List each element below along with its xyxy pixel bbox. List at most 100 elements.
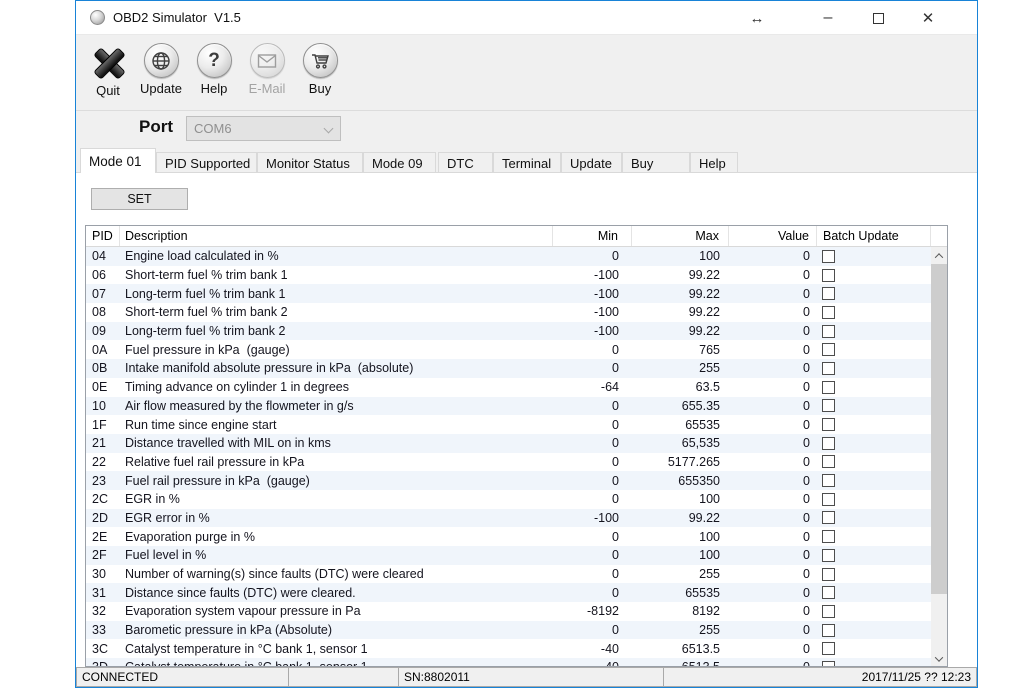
batch-update-cell: [817, 568, 931, 581]
table-row[interactable]: 1F Run time since engine start 0 65535 0: [86, 415, 931, 434]
batch-update-checkbox[interactable]: [822, 306, 835, 319]
batch-update-checkbox[interactable]: [822, 642, 835, 655]
cart-icon: [303, 43, 338, 78]
min-cell: 0: [553, 548, 632, 562]
table-row[interactable]: 2E Evaporation purge in % 0 100 0: [86, 527, 931, 546]
port-combobox[interactable]: COM6: [186, 116, 341, 141]
column-header-pid[interactable]: PID: [86, 226, 120, 246]
batch-update-checkbox[interactable]: [822, 269, 835, 282]
scroll-up-icon[interactable]: [931, 247, 947, 264]
table-row[interactable]: 30 Number of warning(s) since faults (DT…: [86, 565, 931, 584]
batch-update-checkbox[interactable]: [822, 250, 835, 263]
column-header-max[interactable]: Max: [632, 226, 729, 246]
table-row[interactable]: 06 Short-term fuel % trim bank 1 -100 99…: [86, 266, 931, 285]
tab-terminal[interactable]: Terminal: [493, 152, 561, 173]
update-button[interactable]: Update: [139, 43, 183, 96]
column-header-min[interactable]: Min: [553, 226, 632, 246]
batch-update-checkbox[interactable]: [822, 661, 835, 666]
set-button[interactable]: SET: [91, 188, 188, 210]
batch-update-checkbox[interactable]: [822, 343, 835, 356]
value-cell: 0: [729, 287, 817, 301]
tab-pid-supported[interactable]: PID Supported: [156, 152, 257, 173]
value-cell: 0: [729, 567, 817, 581]
close-button[interactable]: ✕: [911, 1, 945, 35]
table-row[interactable]: 08 Short-term fuel % trim bank 2 -100 99…: [86, 303, 931, 322]
description-cell: Engine load calculated in %: [120, 249, 553, 263]
min-cell: 0: [553, 249, 632, 263]
scroll-down-icon[interactable]: [931, 650, 947, 667]
table-row[interactable]: 3C Catalyst temperature in °C bank 1, se…: [86, 639, 931, 658]
maximize-button[interactable]: [861, 1, 895, 35]
value-cell: 0: [729, 492, 817, 506]
tab-monitor-status[interactable]: Monitor Status: [257, 152, 363, 173]
table-row[interactable]: 31 Distance since faults (DTC) were clea…: [86, 583, 931, 602]
tab-mode-01[interactable]: Mode 01: [80, 148, 156, 173]
batch-update-cell: [817, 306, 931, 319]
vertical-scrollbar[interactable]: [931, 247, 947, 667]
batch-update-checkbox[interactable]: [822, 437, 835, 450]
table-row[interactable]: 23 Fuel rail pressure in kPa (gauge) 0 6…: [86, 471, 931, 490]
pid-cell: 32: [86, 604, 120, 618]
table-row[interactable]: 04 Engine load calculated in % 0 100 0: [86, 247, 931, 266]
batch-update-checkbox[interactable]: [822, 325, 835, 338]
pid-cell: 2D: [86, 511, 120, 525]
table-row[interactable]: 2D EGR error in % -100 99.22 0: [86, 509, 931, 528]
tab-mode-09[interactable]: Mode 09: [363, 152, 436, 173]
status-spacer: [288, 667, 399, 687]
batch-update-checkbox[interactable]: [822, 586, 835, 599]
max-cell: 100: [632, 492, 729, 506]
tab-update[interactable]: Update: [561, 152, 622, 173]
quit-button[interactable]: Quit: [86, 43, 130, 98]
batch-update-checkbox[interactable]: [822, 399, 835, 412]
min-cell: -40: [553, 642, 632, 656]
batch-update-checkbox[interactable]: [822, 381, 835, 394]
column-header-value[interactable]: Value: [729, 226, 817, 246]
tab-help[interactable]: Help: [690, 152, 738, 173]
buy-button[interactable]: Buy: [298, 43, 342, 96]
table-row[interactable]: 07 Long-term fuel % trim bank 1 -100 99.…: [86, 284, 931, 303]
table-row[interactable]: 09 Long-term fuel % trim bank 2 -100 99.…: [86, 322, 931, 341]
tab-buy[interactable]: Buy: [622, 152, 690, 173]
batch-update-checkbox[interactable]: [822, 362, 835, 375]
table-row[interactable]: 22 Relative fuel rail pressure in kPa 0 …: [86, 453, 931, 472]
table-row[interactable]: 0E Timing advance on cylinder 1 in degre…: [86, 378, 931, 397]
min-cell: 0: [553, 361, 632, 375]
table-row[interactable]: 2C EGR in % 0 100 0: [86, 490, 931, 509]
batch-update-checkbox[interactable]: [822, 418, 835, 431]
pid-cell: 2C: [86, 492, 120, 506]
batch-update-checkbox[interactable]: [822, 455, 835, 468]
help-button[interactable]: ? Help: [192, 43, 236, 96]
table-rows: 04 Engine load calculated in % 0 100 0 0…: [86, 247, 931, 666]
resize-horizontal-icon[interactable]: ↔: [744, 1, 770, 35]
table-row[interactable]: 0B Intake manifold absolute pressure in …: [86, 359, 931, 378]
tab-dtc[interactable]: DTC: [438, 152, 493, 173]
batch-update-checkbox[interactable]: [822, 549, 835, 562]
description-cell: Distance travelled with MIL on in kms: [120, 436, 553, 450]
column-header-description[interactable]: Description: [120, 226, 553, 246]
table-row[interactable]: 33 Barometic pressure in kPa (Absolute) …: [86, 621, 931, 640]
column-header-batch-update[interactable]: Batch Update: [817, 226, 931, 246]
description-cell: Air flow measured by the flowmeter in g/…: [120, 399, 553, 413]
value-cell: 0: [729, 324, 817, 338]
batch-update-checkbox[interactable]: [822, 287, 835, 300]
batch-update-checkbox[interactable]: [822, 511, 835, 524]
table-row[interactable]: 3D Catalyst temperature in °C bank 1, se…: [86, 658, 931, 666]
table-row[interactable]: 10 Air flow measured by the flowmeter in…: [86, 397, 931, 416]
table-row[interactable]: 21 Distance travelled with MIL on in kms…: [86, 434, 931, 453]
batch-update-checkbox[interactable]: [822, 605, 835, 618]
table-row[interactable]: 2F Fuel level in % 0 100 0: [86, 546, 931, 565]
description-cell: EGR in %: [120, 492, 553, 506]
batch-update-checkbox[interactable]: [822, 624, 835, 637]
batch-update-checkbox[interactable]: [822, 530, 835, 543]
table-row[interactable]: 0A Fuel pressure in kPa (gauge) 0 765 0: [86, 340, 931, 359]
batch-update-checkbox[interactable]: [822, 474, 835, 487]
table-header: PID Description Min Max Value Batch Upda…: [86, 226, 947, 247]
batch-update-checkbox[interactable]: [822, 568, 835, 581]
globe-icon: [144, 43, 179, 78]
toolbar: Quit Update ? Help E-Mail: [76, 35, 977, 111]
scrollbar-thumb[interactable]: [931, 264, 947, 594]
batch-update-checkbox[interactable]: [822, 493, 835, 506]
value-cell: 0: [729, 343, 817, 357]
table-row[interactable]: 32 Evaporation system vapour pressure in…: [86, 602, 931, 621]
minimize-button[interactable]: –: [811, 1, 845, 35]
